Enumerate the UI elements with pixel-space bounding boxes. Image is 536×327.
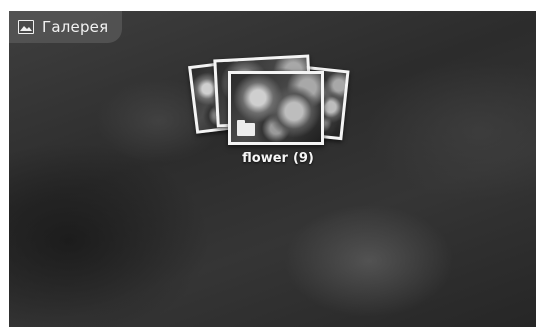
folder-icon (237, 120, 255, 136)
album-name: flower (242, 151, 288, 166)
gallery-icon (18, 20, 34, 34)
album-cover-thumbnail (228, 71, 324, 145)
album-count: (9) (292, 151, 314, 166)
album-label[interactable]: flower (9) (188, 151, 368, 166)
app-title: Галерея (42, 18, 109, 36)
app-title-bar[interactable]: Галерея (9, 11, 123, 43)
gallery-screen: Галерея flower (9) (9, 11, 536, 327)
album-flower-stack[interactable] (188, 54, 350, 155)
